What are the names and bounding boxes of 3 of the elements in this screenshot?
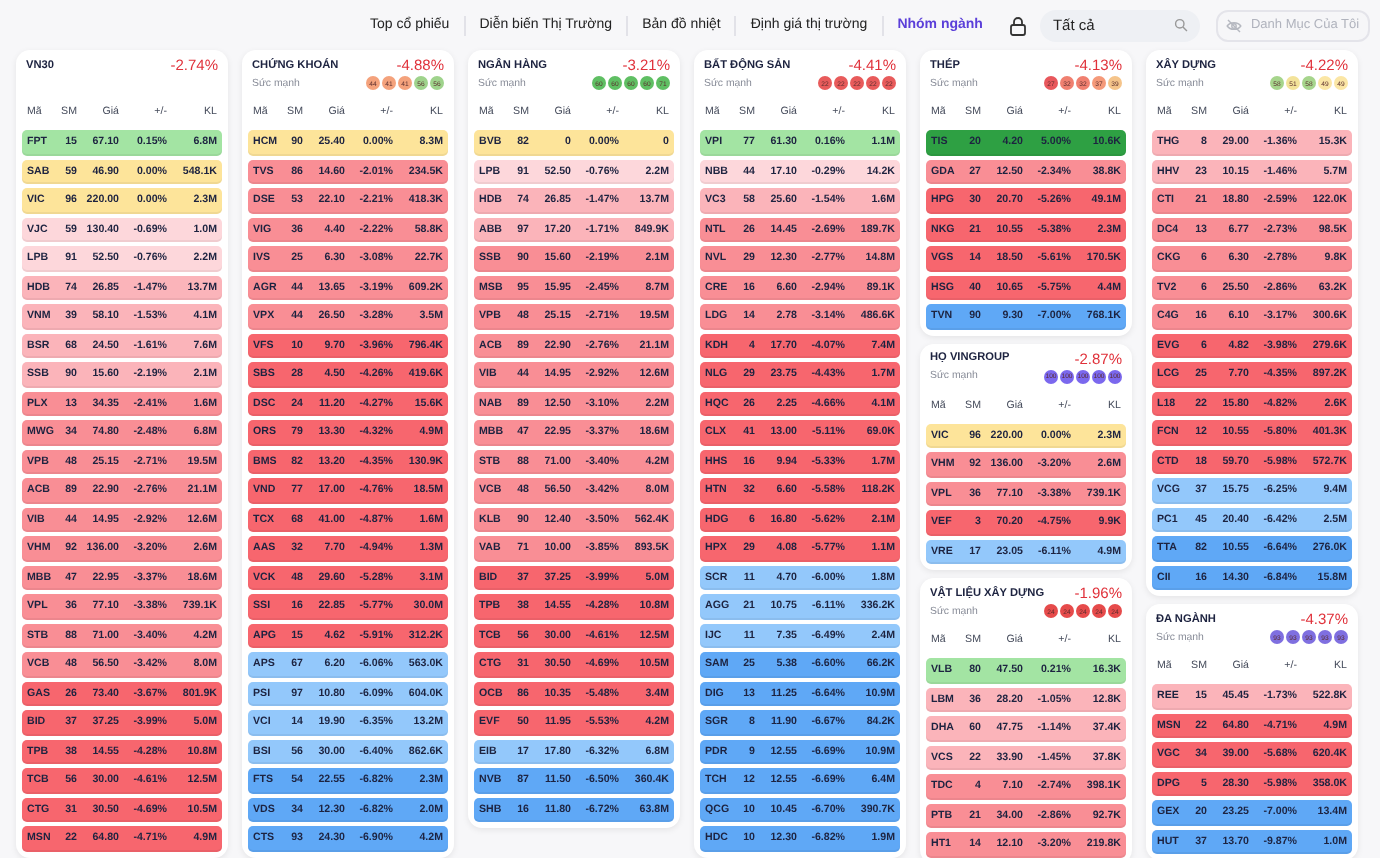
lock-icon[interactable] bbox=[1008, 15, 1029, 35]
search-icon bbox=[1174, 18, 1189, 32]
eye-slash-icon bbox=[1226, 17, 1243, 33]
